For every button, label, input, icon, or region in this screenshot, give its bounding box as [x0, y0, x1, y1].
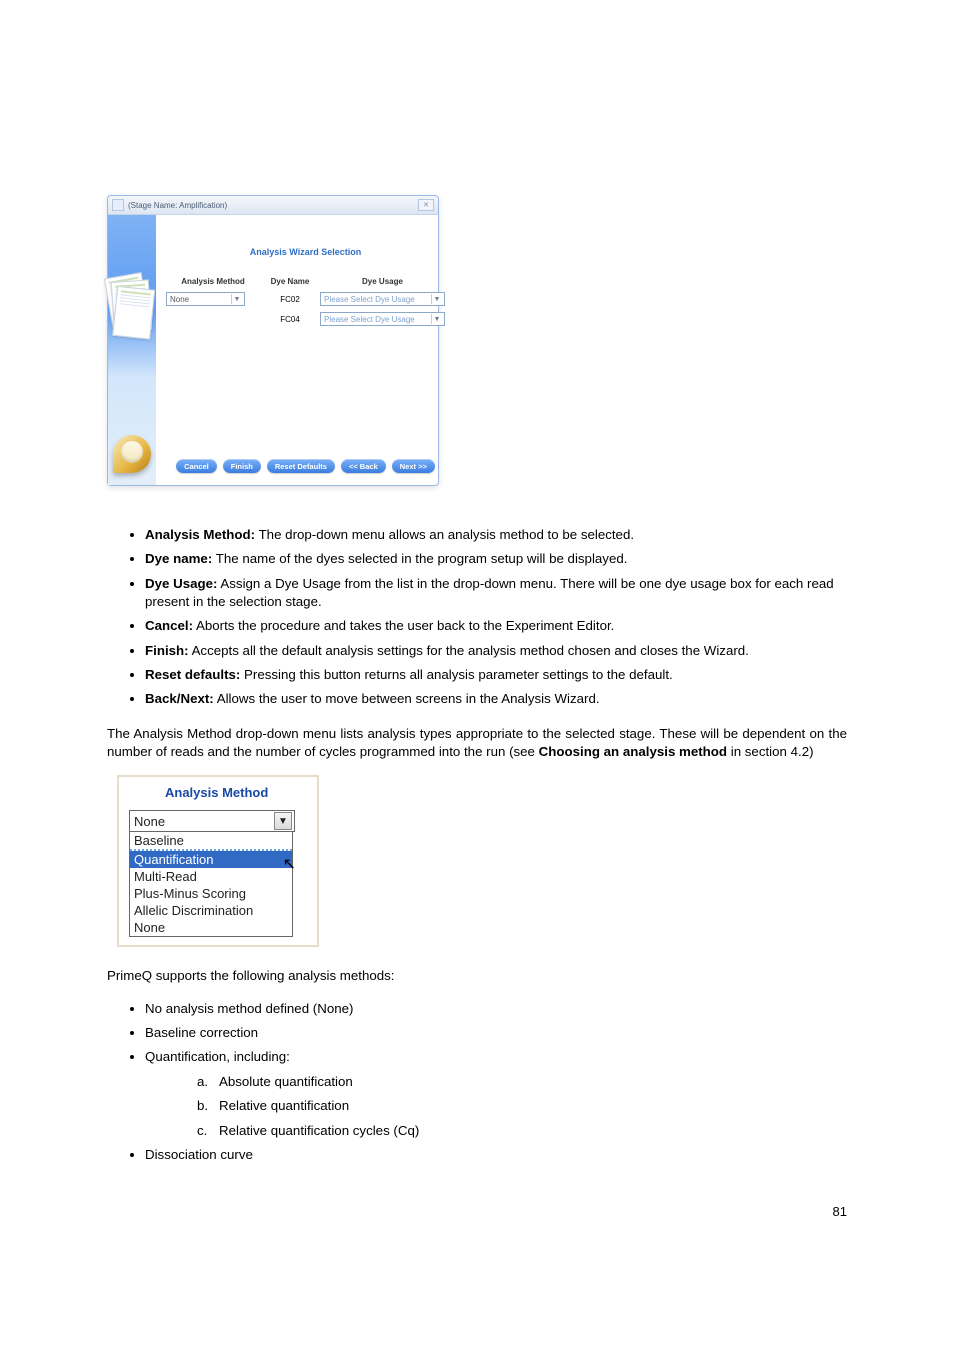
analysis-method-dropdown[interactable]: None ▼ [166, 292, 245, 306]
dye-name-1: FC04 [260, 315, 320, 324]
chevron-down-icon: ▼ [431, 314, 442, 324]
dropdown-option[interactable]: None [130, 919, 292, 936]
feature-bullets: Analysis Method: The drop-down menu allo… [145, 526, 847, 709]
supported-methods-list: No analysis method defined (None) Baseli… [145, 1000, 847, 1164]
list-item: a.Absolute quantification [197, 1073, 847, 1091]
dye-usage-value-1: Please Select Dye Usage [324, 315, 415, 324]
reset-defaults-button[interactable]: Reset Defaults [267, 459, 335, 473]
list-item: Dissociation curve [145, 1146, 847, 1164]
dropdown-open-list: Baseline Quantification Multi-Read Plus-… [129, 831, 293, 937]
window-title: (Stage Name: Amplification) [128, 201, 227, 210]
list-item: Dye Usage: Assign a Dye Usage from the l… [145, 575, 847, 612]
q-logo-icon [113, 435, 151, 473]
page-number: 81 [107, 1204, 847, 1219]
dye-usage-value-0: Please Select Dye Usage [324, 295, 415, 304]
list-item: Cancel: Aborts the procedure and takes t… [145, 617, 847, 635]
header-dye-usage: Dye Usage [320, 277, 445, 286]
dropdown-option[interactable]: Plus-Minus Scoring [130, 885, 292, 902]
list-item: Back/Next: Allows the user to move betwe… [145, 690, 847, 708]
list-item: Reset defaults: Pressing this button ret… [145, 666, 847, 684]
cursor-icon: ↖ [283, 854, 296, 874]
dye-usage-dropdown-1[interactable]: Please Select Dye Usage ▼ [320, 312, 445, 326]
finish-button[interactable]: Finish [223, 459, 261, 473]
list-item: No analysis method defined (None) [145, 1000, 847, 1018]
wizard-title: Analysis Wizard Selection [166, 247, 445, 257]
list-item: Analysis Method: The drop-down menu allo… [145, 526, 847, 544]
dropdown-option[interactable]: Baseline [130, 832, 292, 851]
list-item: Dye name: The name of the dyes selected … [145, 550, 847, 568]
dropdown-figure-heading: Analysis Method [129, 785, 307, 810]
dropdown-option[interactable]: Multi-Read [130, 868, 292, 885]
wizard-sidebar [108, 215, 156, 485]
analysis-method-dropdown-figure: Analysis Method None ▼ Baseline Quantifi… [117, 775, 319, 947]
list-item: Finish: Accepts all the default analysis… [145, 642, 847, 660]
chevron-down-icon: ▼ [231, 294, 242, 304]
chevron-down-icon: ▼ [274, 812, 292, 830]
header-dye-name: Dye Name [260, 277, 320, 286]
paragraph-supported-methods: PrimeQ supports the following analysis m… [107, 967, 847, 985]
wizard-button-row: Cancel Finish Reset Defaults << Back Nex… [166, 459, 445, 477]
dialog-titlebar: (Stage Name: Amplification) ✕ [108, 196, 438, 215]
list-item: Quantification, including: a.Absolute qu… [145, 1048, 847, 1139]
dropdown-closed-box[interactable]: None ▼ [129, 810, 295, 832]
cancel-button[interactable]: Cancel [176, 459, 217, 473]
list-item: Baseline correction [145, 1024, 847, 1042]
close-icon[interactable]: ✕ [418, 199, 434, 211]
dye-name-0: FC02 [260, 295, 320, 304]
back-button[interactable]: << Back [341, 459, 386, 473]
dropdown-option-highlighted[interactable]: Quantification [130, 851, 292, 868]
list-item: b.Relative quantification [197, 1097, 847, 1115]
analysis-method-value: None [170, 295, 189, 304]
column-headers: Analysis Method Dye Name Dye Usage [166, 277, 445, 286]
dropdown-option[interactable]: Allelic Discrimination [130, 902, 292, 919]
dye-usage-dropdown-0[interactable]: Please Select Dye Usage ▼ [320, 292, 445, 306]
app-icon [112, 199, 124, 211]
quantification-sublist: a.Absolute quantification b.Relative qua… [197, 1073, 847, 1140]
document-body: Analysis Method: The drop-down menu allo… [107, 526, 847, 1219]
next-button[interactable]: Next >> [392, 459, 435, 473]
paper-stack-illustration [108, 275, 156, 345]
chevron-down-icon: ▼ [431, 294, 442, 304]
list-item: c.Relative quantification cycles (Cq) [197, 1122, 847, 1140]
header-analysis-method: Analysis Method [166, 277, 260, 286]
dropdown-selected-value: None [134, 814, 165, 829]
paragraph-analysis-method-dropdown: The Analysis Method drop-down menu lists… [107, 725, 847, 762]
analysis-wizard-dialog: (Stage Name: Amplification) ✕ Analysis W… [107, 195, 439, 486]
